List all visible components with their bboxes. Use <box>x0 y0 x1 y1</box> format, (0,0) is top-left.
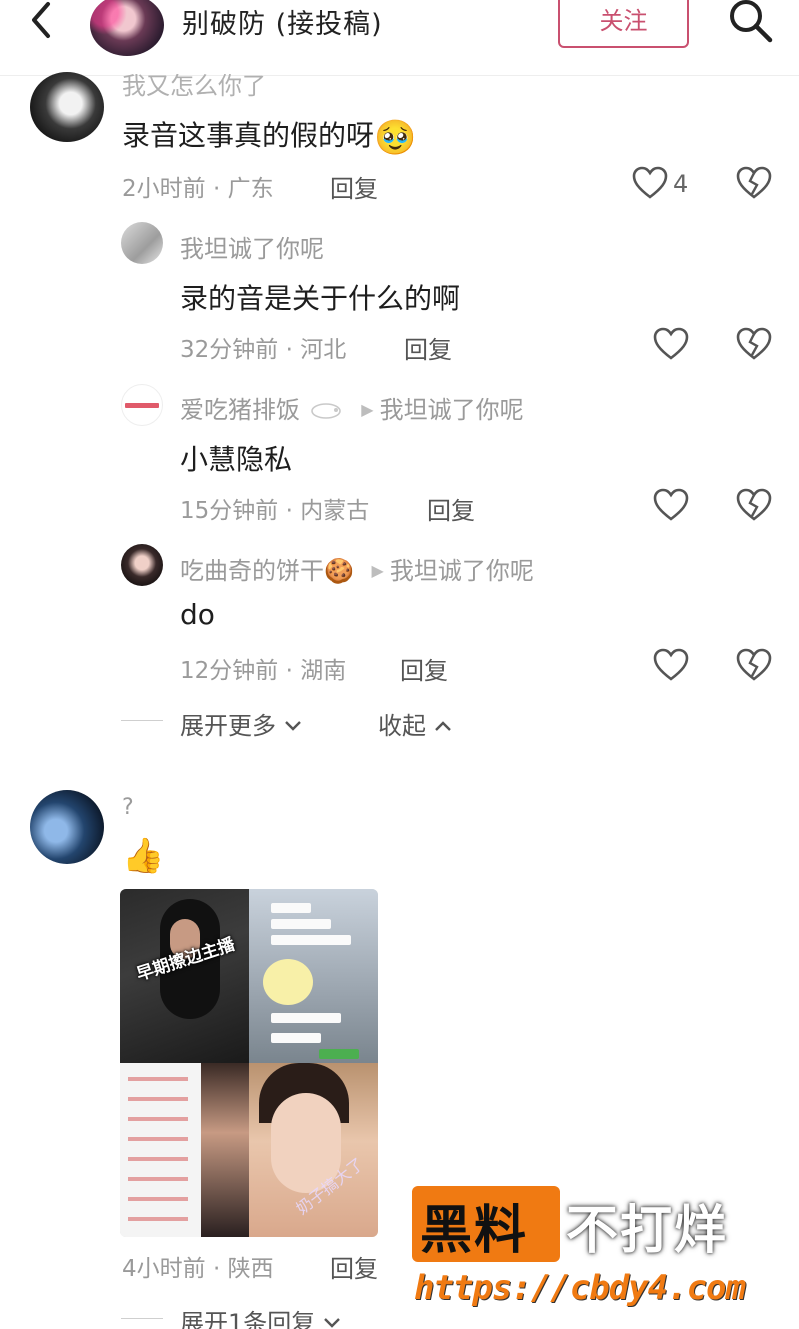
thumbs-up-emoji: 👍 <box>122 836 165 876</box>
watermark-url: https://cbdy4.com <box>414 1268 746 1308</box>
list-line <box>128 1197 188 1201</box>
image-tile: 早期擦边主播 <box>120 889 249 1063</box>
search-button[interactable] <box>726 0 774 44</box>
collapse-button[interactable]: 收起 <box>378 706 452 741</box>
expand-replies-label: 展开1条回复 <box>180 1309 316 1329</box>
collapse-label: 收起 <box>378 712 426 740</box>
list-line <box>128 1217 188 1221</box>
back-arrow-icon <box>32 2 50 38</box>
watermark-text-white: 不打烊 <box>566 1201 729 1261</box>
chat-bubble <box>271 935 351 945</box>
reply-text: 小慧隐私 <box>180 443 293 476</box>
heart-icon[interactable] <box>632 166 668 200</box>
comment-text-body: 录音这事真的假的呀 <box>122 119 375 152</box>
cookie-emoji: 🍪 <box>324 557 354 585</box>
heart-icon[interactable] <box>653 327 689 361</box>
list-line <box>128 1097 188 1101</box>
heart-icon[interactable] <box>653 648 689 682</box>
expand-replies-button[interactable]: 展开1条回复 <box>180 1303 341 1329</box>
expand-more-label: 展开更多 <box>180 712 276 740</box>
pleading-emoji: 🥹 <box>374 118 417 158</box>
reply-target[interactable]: 我坦诚了你呢 <box>380 396 524 424</box>
expand-more-button[interactable]: 展开更多 <box>180 706 302 741</box>
avatar[interactable] <box>121 384 163 426</box>
top-bar: 别破防 (接投稿) 关注 <box>0 0 799 76</box>
back-button[interactable] <box>22 0 62 44</box>
comment-author[interactable]: ? <box>122 795 134 820</box>
play-arrow-icon: ▶ <box>361 400 374 419</box>
author-avatar[interactable] <box>90 0 164 56</box>
play-arrow-icon: ▶ <box>371 561 384 580</box>
reply-button[interactable]: 回复 <box>404 330 452 365</box>
list-line <box>128 1077 188 1081</box>
face-photo <box>201 1063 249 1237</box>
image-tile: 奶子搞大了 <box>249 1063 378 1237</box>
reply-time-location: 12分钟前 · 湖南 <box>180 658 347 684</box>
broken-heart-icon[interactable] <box>736 166 772 200</box>
reply-author: 吃曲奇的饼干🍪 ▶ 我坦诚了你呢 <box>180 551 534 586</box>
author-name: 别破防 (接投稿) <box>182 9 383 40</box>
list-line <box>128 1117 188 1121</box>
pig-icon <box>310 403 341 419</box>
broken-heart-icon[interactable] <box>736 327 772 361</box>
chat-bubble <box>271 1013 341 1023</box>
watermark-text-black: 黑料 <box>420 1201 529 1261</box>
chevron-up-icon <box>434 721 451 731</box>
reply-target[interactable]: 我坦诚了你呢 <box>390 557 534 585</box>
reply-time-location: 32分钟前 · 河北 <box>180 337 347 363</box>
chevron-down-icon <box>284 721 301 731</box>
comment-time-location: 2小时前 · 广东 <box>122 176 274 202</box>
reply-author-name[interactable]: 爱吃猪排饭 <box>180 396 300 424</box>
reply-time-location: 15分钟前 · 内蒙古 <box>180 498 370 524</box>
reply-button[interactable]: 回复 <box>330 1249 378 1284</box>
chat-bubble <box>271 1033 321 1043</box>
reply-button[interactable]: 回复 <box>427 491 475 526</box>
avatar[interactable] <box>121 544 163 586</box>
heart-icon[interactable] <box>653 488 689 522</box>
broken-heart-icon[interactable] <box>736 648 772 682</box>
comment-text: 录音这事真的假的呀🥹 <box>122 114 416 158</box>
avatar[interactable] <box>121 222 163 264</box>
chat-bubble <box>271 919 331 929</box>
reply-author: 爱吃猪排饭 ▶ 我坦诚了你呢 <box>180 390 524 425</box>
divider <box>121 1318 163 1319</box>
comment-image[interactable]: 早期擦边主播 奶子搞大了 <box>120 889 378 1237</box>
list-line <box>128 1157 188 1161</box>
chevron-down-icon <box>324 1318 340 1328</box>
reply-text: 录的音是关于什么的啊 <box>180 282 461 315</box>
list-line <box>128 1137 188 1141</box>
list-line <box>128 1177 188 1181</box>
reply-author-name[interactable]: 吃曲奇的饼干 <box>180 557 324 585</box>
image-tile <box>120 1063 249 1237</box>
chat-bubble <box>271 903 311 913</box>
avatar[interactable] <box>30 72 104 142</box>
comment-time-location: 4小时前 · 陕西 <box>122 1256 274 1282</box>
follow-button[interactable]: 关注 <box>558 0 689 48</box>
like-count: 4 <box>673 170 689 198</box>
reply-button[interactable]: 回复 <box>330 169 378 204</box>
reply-author[interactable]: 我坦诚了你呢 <box>180 229 324 264</box>
image-tile <box>249 889 378 1063</box>
divider <box>121 720 163 721</box>
reply-text: do <box>180 598 215 631</box>
avatar[interactable] <box>30 790 104 864</box>
broken-heart-icon[interactable] <box>736 488 772 522</box>
reply-button[interactable]: 回复 <box>400 651 448 686</box>
search-icon <box>730 0 773 43</box>
